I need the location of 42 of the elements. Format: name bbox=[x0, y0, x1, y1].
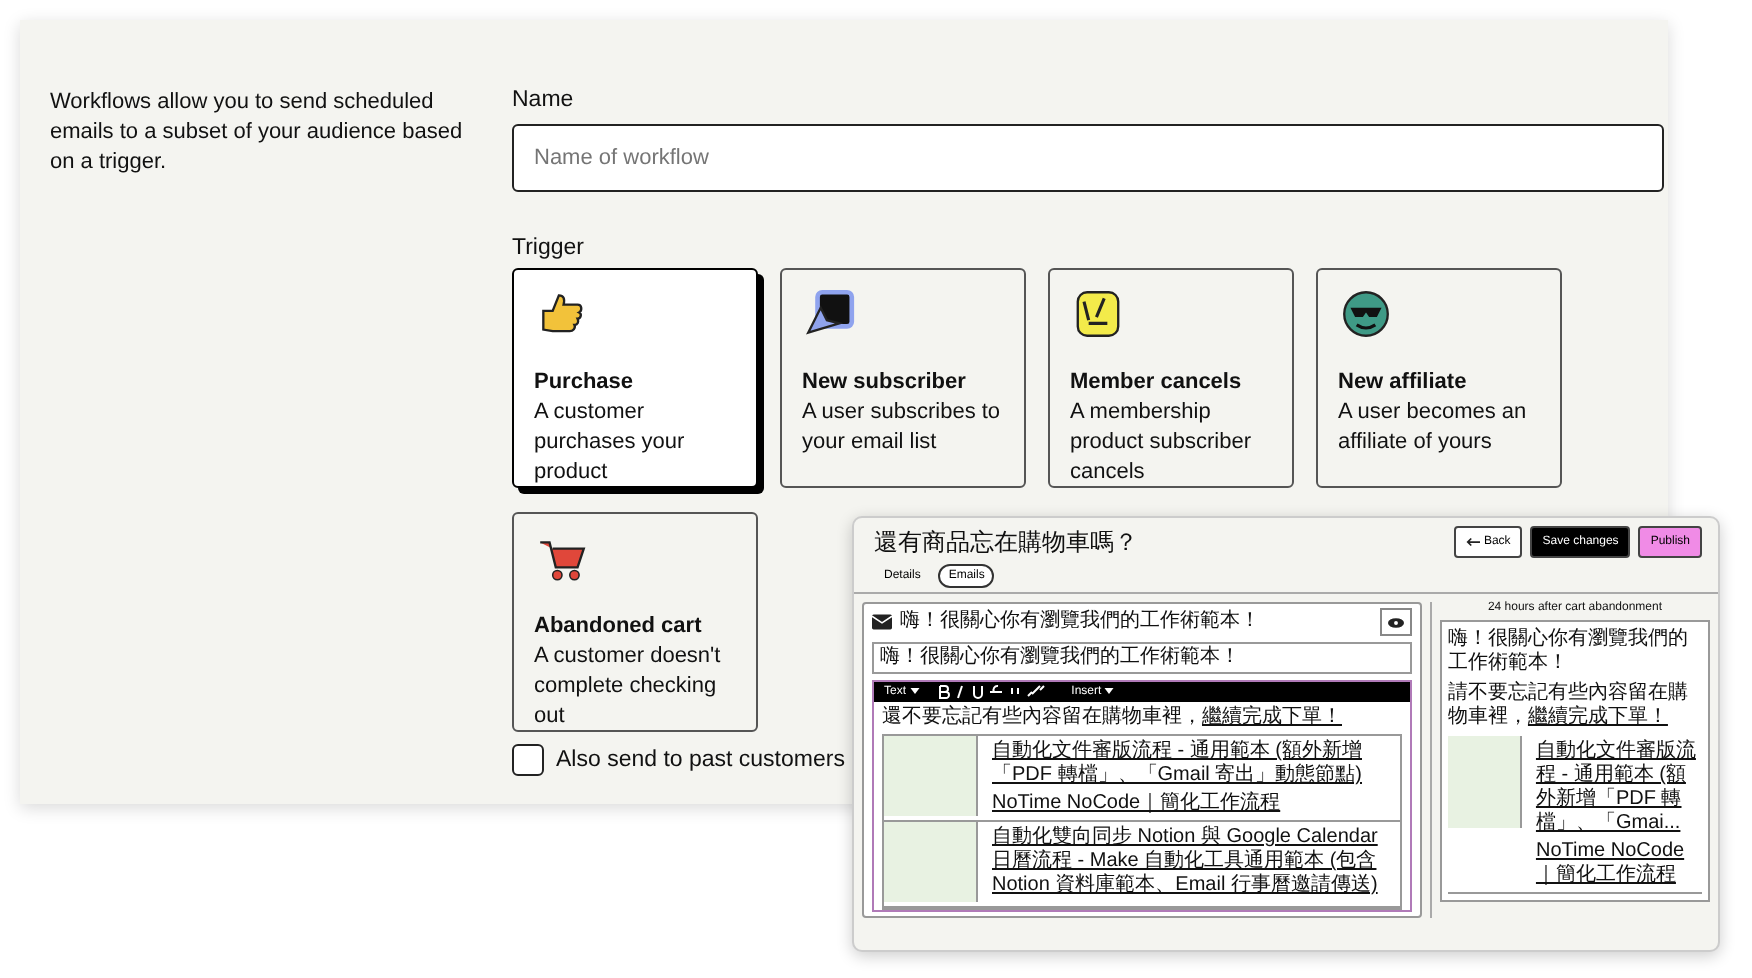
product-title[interactable]: 自動化文件審版流程 - 通用範本 (額外新增「PDF 轉檔」、「Gmai... bbox=[1535, 740, 1698, 836]
checkout-link[interactable]: 繼續完成下單！ bbox=[1202, 706, 1342, 728]
subject-field[interactable]: 嗨！很關心你有瀏覽我們的工作術範本！ bbox=[872, 642, 1412, 674]
preview-button[interactable] bbox=[1379, 608, 1412, 636]
trigger-title: New affiliate bbox=[1338, 370, 1469, 394]
caret-icon bbox=[1104, 688, 1115, 694]
trigger-description: A user becomes an affiliate of yours bbox=[1338, 398, 1529, 458]
trigger-title: Member cancels bbox=[1070, 370, 1244, 394]
trigger-description: A customer doesn't complete checking out bbox=[534, 642, 723, 732]
product-image-placeholder bbox=[1447, 736, 1522, 828]
preview-heading: 嗨！很關心你有瀏覽我們的工作術範本！ bbox=[1447, 628, 1690, 676]
trigger-label: Trigger bbox=[512, 236, 586, 260]
envelope-icon bbox=[872, 614, 892, 630]
preview-body-text: 請不要忘記有些內容留在購物車裡，繼續完成下單！ bbox=[1447, 682, 1690, 730]
product-title[interactable]: 自動化文件審版流程 - 通用範本 (額外新增「PDF 轉檔」、「Gmail 寄出」動態節點) bbox=[992, 740, 1396, 788]
sunglasses-face-icon bbox=[1338, 286, 1394, 342]
product-title[interactable]: 自動化雙向同步 Notion 與 Google Calendar 日曆流程 - Make 自動化工具通用範本 (包含 Notion 資料庫範本、Email 行事曆邀請傳送) bbox=[992, 826, 1396, 898]
eye-icon bbox=[1387, 617, 1404, 627]
back-arrow-icon bbox=[1465, 536, 1480, 548]
trigger-card[interactable]: New affiliate A user becomes an affiliate of yours bbox=[1316, 268, 1562, 488]
checkbox[interactable] bbox=[512, 744, 544, 776]
trigger-card[interactable]: Abandoned cart A customer doesn't complete checking out bbox=[512, 512, 758, 732]
trigger-card[interactable]: Member cancels A membership product subscriber cancels bbox=[1048, 268, 1294, 488]
intro-text: Workflows allow you to send scheduled emails to a subset of your audience based on a trigger. bbox=[50, 88, 465, 178]
name-label: Name bbox=[512, 88, 576, 112]
trigger-title: Abandoned cart bbox=[534, 614, 704, 638]
product-source-link[interactable]: NoTime NoCode｜簡化工作流程 bbox=[992, 792, 1396, 816]
trigger-card[interactable]: Purchase A customer purchases your product bbox=[512, 268, 758, 488]
email-body-text: 還不要忘記有些內容留在購物車裡，繼續完成下單！ bbox=[880, 703, 1344, 732]
name-field[interactable]: Name of workflow bbox=[512, 124, 1664, 192]
trigger-description: A customer purchases your product bbox=[534, 398, 687, 488]
trigger-card[interactable]: New subscriber A user subscribes to your email list bbox=[780, 268, 1026, 488]
workflow-title: 還有商品忘在購物車嗎？ bbox=[874, 526, 1138, 560]
email-subject: 嗨！很關心你有瀏覽我們的工作術範本！ bbox=[900, 610, 1262, 634]
caret-icon bbox=[909, 688, 920, 694]
checkbox-label: Also send to past customers bbox=[556, 748, 845, 772]
trigger-description: A membership product subscriber cancels bbox=[1070, 398, 1253, 488]
checkout-link[interactable]: 繼續完成下單！ bbox=[1527, 706, 1668, 728]
trigger-title: New subscriber bbox=[802, 370, 968, 394]
trigger-title: Purchase bbox=[534, 370, 636, 394]
product-source-link[interactable]: NoTime NoCode｜簡化工作流程 bbox=[1535, 840, 1698, 888]
trigger-description: A user subscribes to your email list bbox=[802, 398, 1003, 458]
